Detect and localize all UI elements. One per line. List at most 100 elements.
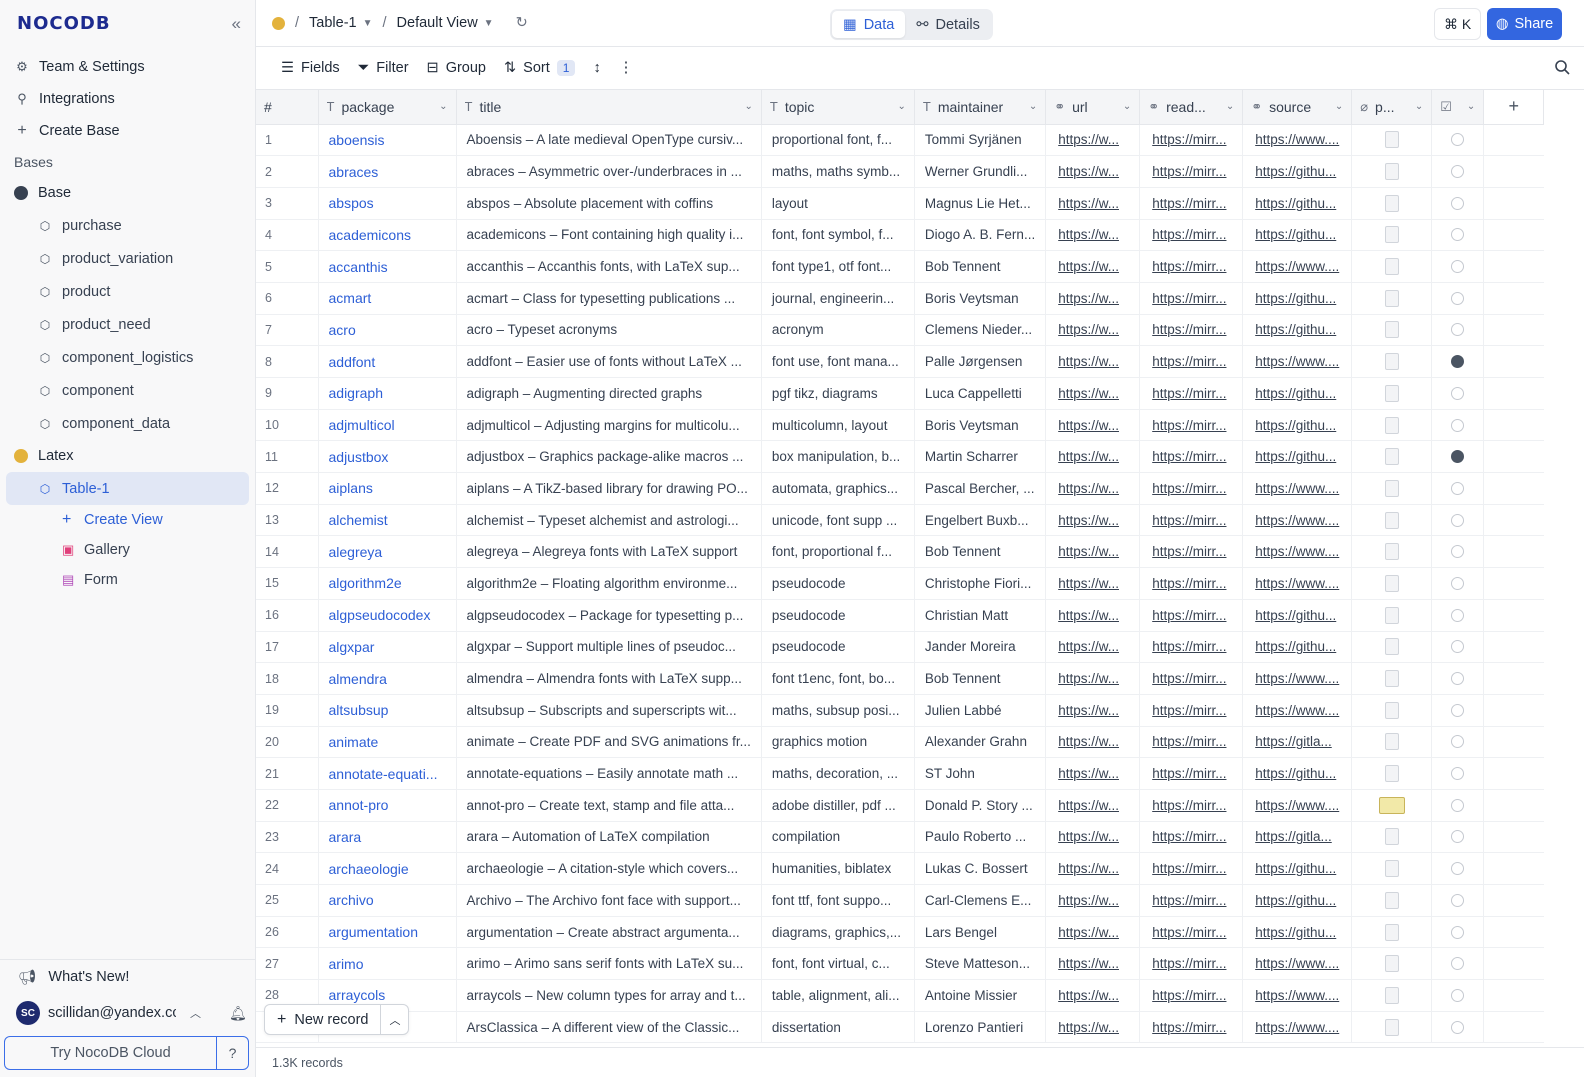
maintainer-cell[interactable]: Luca Cappelletti [914,377,1047,410]
maintainer-cell[interactable]: Alexander Grahn [914,726,1047,759]
title-cell[interactable]: ArsClassica – A different view of the Cl… [456,1011,762,1044]
source-cell[interactable]: https://www.... [1242,567,1353,600]
attachment-cell[interactable] [1351,535,1433,569]
file-thumbnail-icon[interactable] [1384,353,1399,371]
file-thumbnail-icon[interactable] [1384,258,1399,276]
file-thumbnail-icon[interactable] [1384,670,1399,688]
table-row[interactable]: 1 aboensis Aboensis – A late medieval Open… [256,124,1544,157]
checkbox-cell[interactable] [1431,821,1485,854]
attachment-cell[interactable] [1351,567,1433,600]
topic-cell[interactable]: pseudocode [761,567,915,600]
base-item-latex[interactable]: Latex [0,440,255,472]
title-cell[interactable]: algxpar – Support multiple lines of pseu… [456,631,762,664]
table-row[interactable]: 18 almendra almendra – Almendra fonts with… [256,662,1544,695]
chevron-down-icon[interactable]: ⌄ [1415,101,1423,112]
title-cell[interactable]: argumentation – Create abstract argument… [456,916,762,949]
bell-icon[interactable]: 🔔︎ [229,1005,247,1022]
attachment-cell[interactable] [1351,219,1433,252]
readme-cell[interactable]: https://mirr... [1139,567,1244,600]
try-cloud-button[interactable]: Try NocoDB Cloud [5,1045,216,1061]
file-thumbnail-icon[interactable] [1384,448,1399,466]
unchecked-circle-icon[interactable] [1451,862,1465,876]
sidebar-table-table-1[interactable]: ⬡ Table-1 [6,472,249,505]
unchecked-circle-icon[interactable] [1451,672,1465,686]
url-cell[interactable]: https://w... [1045,852,1141,885]
column-header-source[interactable]: ⚭ source ⌄ [1242,90,1353,125]
maintainer-cell[interactable]: Engelbert Buxb... [914,504,1047,537]
table-row[interactable]: 4 academicons academicons – Font containin… [256,219,1544,252]
topic-cell[interactable]: maths, subsup posi... [761,694,915,727]
file-thumbnail-icon[interactable] [1384,606,1399,624]
maintainer-cell[interactable]: Clemens Nieder... [914,314,1047,347]
url-cell[interactable]: https://w... [1045,345,1141,378]
attachment-cell[interactable] [1351,599,1433,632]
topic-cell[interactable]: table, alignment, ali... [761,979,915,1012]
source-cell[interactable]: https://gitla... [1242,726,1353,759]
column-header-topic[interactable]: Ttopic ⌄ [761,90,915,125]
attachment-cell[interactable] [1351,250,1433,283]
readme-cell[interactable]: https://mirr... [1139,852,1244,885]
readme-cell[interactable]: https://mirr... [1139,662,1244,695]
url-cell[interactable]: https://w... [1045,694,1141,727]
attachment-cell[interactable] [1351,345,1433,378]
topic-cell[interactable]: graphics motion [761,726,915,759]
package-cell[interactable]: adjustbox [318,440,457,474]
maintainer-cell[interactable]: Bob Tennent [914,250,1047,283]
maintainer-cell[interactable]: Lukas C. Bossert [914,852,1047,885]
checkbox-cell[interactable] [1431,314,1485,347]
topic-cell[interactable]: pgf tikz, diagrams [761,377,915,410]
checked-circle-icon[interactable] [1451,450,1465,464]
column-header-package[interactable]: Tpackage ⌄ [318,90,457,125]
package-cell[interactable]: arara [318,821,457,854]
table-row[interactable]: 13 alchemist alchemist – Typeset alchemist… [256,504,1544,537]
attachment-cell[interactable] [1351,884,1433,917]
unchecked-circle-icon[interactable] [1451,228,1465,242]
topic-cell[interactable]: font use, font mana... [761,345,915,378]
maintainer-cell[interactable]: Pascal Bercher, ... [914,472,1047,505]
chevron-down-icon[interactable]: ⌄ [1335,101,1343,112]
checkbox-cell[interactable] [1431,472,1485,505]
readme-cell[interactable]: https://mirr... [1139,599,1244,632]
source-cell[interactable]: https://githu... [1242,377,1353,410]
column-header-preview[interactable]: ⌀ p... ⌄ [1351,90,1433,125]
maintainer-cell[interactable]: Jander Moreira [914,631,1047,664]
source-cell[interactable]: https://githu... [1242,440,1353,474]
file-thumbnail-icon[interactable] [1384,765,1399,783]
attachment-cell[interactable] [1351,472,1433,505]
chevron-down-icon[interactable]: ⌄ [1467,101,1475,112]
url-cell[interactable]: https://w... [1045,155,1141,188]
whats-new-link[interactable]: 📢︎ What's New! [0,960,255,994]
readme-cell[interactable]: https://mirr... [1139,504,1244,537]
table-row[interactable]: 17 algxpar algxpar – Support multiple line… [256,631,1544,664]
table-row[interactable]: 25 archivo Archivo – The Archivo font face… [256,884,1544,917]
maintainer-cell[interactable]: Paulo Roberto ... [914,821,1047,854]
package-cell[interactable]: aboensis [318,124,457,157]
package-cell[interactable]: academicons [318,219,457,252]
package-cell[interactable]: abspos [318,187,457,220]
title-cell[interactable]: adjustbox – Graphics package-alike macro… [456,440,762,474]
topic-cell[interactable]: pseudocode [761,599,915,632]
unchecked-circle-icon[interactable] [1451,893,1465,907]
package-cell[interactable]: alchemist [318,504,457,537]
readme-cell[interactable]: https://mirr... [1139,757,1244,790]
sort-button[interactable]: ⇅ Sort 1 [495,53,584,83]
checkbox-cell[interactable] [1431,662,1485,695]
checkbox-cell[interactable] [1431,599,1485,632]
maintainer-cell[interactable]: Steve Matteson... [914,947,1047,981]
package-cell[interactable]: abraces [318,155,457,188]
filter-button[interactable]: ⏷ Filter [349,53,418,83]
readme-cell[interactable]: https://mirr... [1139,440,1244,474]
unchecked-circle-icon[interactable] [1451,735,1465,749]
topic-cell[interactable]: font ttf, font suppo... [761,884,915,917]
attachment-cell[interactable] [1351,1011,1433,1044]
url-cell[interactable]: https://w... [1045,599,1141,632]
readme-cell[interactable]: https://mirr... [1139,916,1244,949]
topic-cell[interactable]: proportional font, f... [761,124,915,157]
table-row[interactable]: 2 abraces abraces – Asymmetric over-/under… [256,155,1544,188]
title-cell[interactable]: archaeologie – A citation-style which co… [456,852,762,885]
chevron-down-icon[interactable]: ⌄ [1029,101,1037,112]
title-cell[interactable]: animate – Create PDF and SVG animations … [456,726,762,759]
url-cell[interactable]: https://w... [1045,377,1141,410]
title-cell[interactable]: alchemist – Typeset alchemist and astrol… [456,504,762,537]
file-thumbnail-icon[interactable] [1384,511,1399,529]
